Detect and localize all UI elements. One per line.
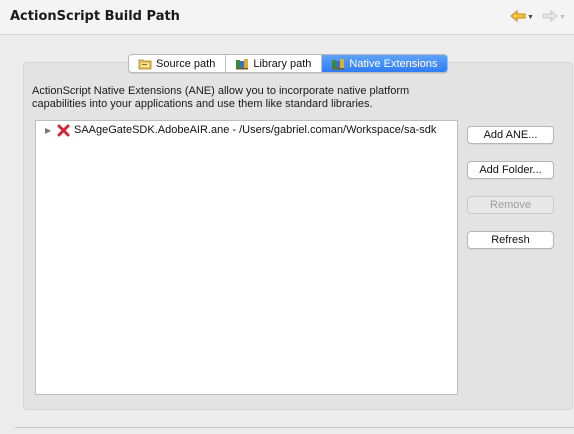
tab-bar: Source path Library path Native Extensio… xyxy=(128,54,449,73)
refresh-button[interactable]: Refresh xyxy=(467,231,554,249)
extensions-tree[interactable]: ▶ SAAgeGateSDK.AdobeAIR.ane - /Users/gab… xyxy=(35,120,458,395)
arrow-right-icon xyxy=(542,9,558,25)
description-text: ActionScript Native Extensions (ANE) all… xyxy=(32,85,410,110)
tab-label: Native Extensions xyxy=(349,57,438,70)
tree-item[interactable]: ▶ SAAgeGateSDK.AdobeAIR.ane - /Users/gab… xyxy=(36,121,436,139)
books-icon xyxy=(235,58,249,70)
arrow-left-icon xyxy=(510,9,526,25)
tab-library-path[interactable]: Library path xyxy=(226,55,323,72)
forward-dropdown-icon[interactable]: ▼ xyxy=(559,14,566,21)
header-bar: ActionScript Build Path ▼ ▼ xyxy=(0,0,574,35)
add-ane-button[interactable]: Add ANE... xyxy=(467,126,554,144)
tab-label: Source path xyxy=(156,57,216,70)
forward-button[interactable]: ▼ xyxy=(542,9,566,25)
folder-source-icon xyxy=(138,58,152,70)
error-x-icon xyxy=(57,124,70,137)
add-folder-button[interactable]: Add Folder... xyxy=(467,161,554,179)
page-title: ActionScript Build Path xyxy=(10,9,180,24)
books-icon xyxy=(331,58,345,70)
tab-native-extensions[interactable]: Native Extensions xyxy=(322,55,448,72)
tab-source-path[interactable]: Source path xyxy=(129,55,227,72)
expand-arrow-icon[interactable]: ▶ xyxy=(45,126,55,135)
back-dropdown-icon[interactable]: ▼ xyxy=(527,14,534,21)
divider xyxy=(15,427,574,428)
back-button[interactable]: ▼ xyxy=(510,9,534,25)
tab-label: Library path xyxy=(253,57,312,70)
tree-item-label: SAAgeGateSDK.AdobeAIR.ane - /Users/gabri… xyxy=(74,124,437,136)
remove-button[interactable]: Remove xyxy=(467,196,554,214)
